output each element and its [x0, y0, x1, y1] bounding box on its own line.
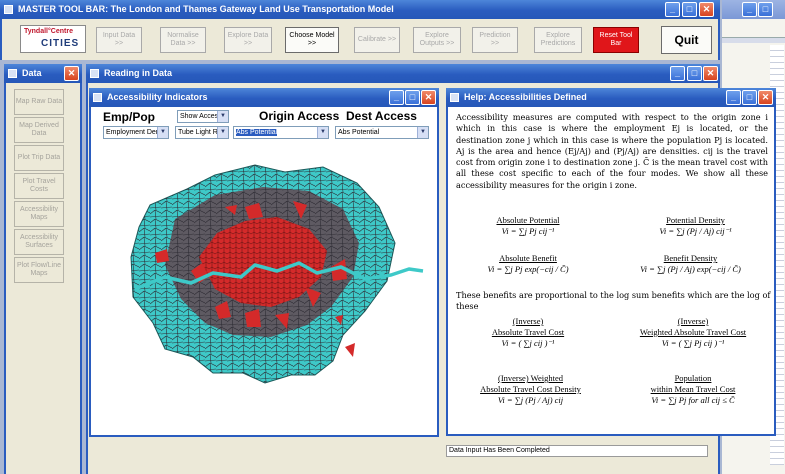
map-raw-data-button[interactable]: Map Raw Data — [14, 89, 64, 115]
maximize-button[interactable]: □ — [405, 90, 420, 105]
prediction-button[interactable]: Prediction >> — [472, 27, 518, 53]
data-panel-close-button[interactable]: ✕ — [64, 66, 79, 81]
reading-window-titlebar: Reading in Data _ □ ✕ — [86, 64, 720, 83]
data-panel-title: Data — [22, 68, 42, 78]
explore-data-button[interactable]: Explore Data >> — [224, 27, 272, 53]
background-window-titlebar: _ □ — [722, 0, 785, 19]
weighted-cost-density-formula: (Inverse) Weighted Absolute Travel Cost D… — [480, 373, 581, 405]
input-data-button[interactable]: Input Data >> — [96, 27, 142, 53]
minimize-button[interactable]: _ — [726, 90, 741, 105]
benefit-density-formula: Benefit Density Vi = ∑j (Pj / Aj) exp(−ci… — [640, 253, 741, 274]
explore-outputs-button[interactable]: Explore Outputs >> — [413, 27, 461, 53]
normalise-data-button[interactable]: Normalise Data >> — [160, 27, 206, 53]
accessibility-title: Accessibility Indicators — [107, 92, 208, 102]
accessibility-titlebar: Accessibility Indicators _ □ ✕ — [89, 88, 439, 107]
background-window-header — [722, 37, 785, 43]
maximize-button[interactable]: □ — [758, 2, 773, 17]
dest-access-label: Dest Access — [346, 109, 417, 123]
window-icon — [93, 93, 102, 102]
maximize-button[interactable]: □ — [682, 2, 697, 17]
show-access-select[interactable]: Show Access ▼ — [177, 110, 229, 123]
help-intro-text: Accessibility measures are computed with… — [456, 112, 768, 190]
dest-access-select[interactable]: Abs Potential ▼ — [335, 126, 429, 139]
tyndall-cities-logo: Tyndall°Centre CITIES — [20, 25, 86, 53]
inverse-travel-cost-formula: (Inverse) Absolute Travel Cost Vi = ( ∑j c… — [491, 316, 565, 348]
population-mean-cost-formula: Population within Mean Travel Cost Vi = ∑j… — [650, 373, 736, 405]
help-window: Accessibility measures are computed with… — [446, 107, 776, 436]
minimize-button[interactable]: _ — [389, 90, 404, 105]
panel-icon — [8, 69, 17, 78]
minimize-button[interactable]: _ — [742, 2, 757, 17]
maximize-button[interactable]: □ — [687, 66, 702, 81]
window-icon — [450, 93, 459, 102]
close-button[interactable]: ✕ — [758, 90, 773, 105]
help-mid-text: These benefits are proportional to the l… — [456, 290, 771, 311]
master-title: MASTER TOOL BAR: The London and Thames G… — [18, 4, 394, 14]
close-button[interactable]: ✕ — [703, 66, 718, 81]
maximize-button[interactable]: □ — [742, 90, 757, 105]
absolute-benefit-formula: Absolute Benefit Vi = ∑j Pj exp(−cij / C̄… — [487, 253, 569, 274]
calibrate-button[interactable]: Calibrate >> — [354, 27, 400, 53]
accessibility-map[interactable] — [95, 147, 435, 432]
accessibility-maps-button[interactable]: Accessibility Maps — [14, 201, 64, 227]
plot-flow-line-maps-button[interactable]: Plot Flow/Line Maps — [14, 257, 64, 283]
data-panel-titlebar: Data ✕ — [4, 64, 82, 83]
minimize-button[interactable]: _ — [670, 66, 685, 81]
employment-density-select[interactable]: Employment Dens ▼ — [103, 126, 169, 139]
choose-model-button[interactable]: Choose Model >> — [285, 27, 339, 53]
minimize-button[interactable]: _ — [665, 2, 680, 17]
explore-predictions-button[interactable]: Explore Predictions — [534, 27, 582, 53]
master-titlebar: MASTER TOOL BAR: The London and Thames G… — [0, 0, 720, 19]
app-icon — [4, 5, 13, 14]
close-button[interactable]: ✕ — [421, 90, 436, 105]
reading-window-title: Reading in Data — [104, 68, 173, 78]
plot-travel-costs-button[interactable]: Plot Travel Costs — [14, 173, 64, 199]
origin-access-select[interactable]: Abs Potential ▼ — [233, 126, 329, 139]
transport-mode-select[interactable]: Tube Light Ra ▼ — [175, 126, 229, 139]
accessibility-window: Emp/Pop Show Access ▼ Origin Access Dest … — [89, 107, 439, 437]
reset-toolbar-button[interactable]: Reset Tool Bar — [593, 27, 639, 53]
close-button[interactable]: ✕ — [699, 2, 714, 17]
origin-access-label: Origin Access — [259, 109, 340, 123]
data-panel: Map Raw Data Map Derived Data Plot Trip … — [4, 83, 82, 474]
help-titlebar: Help: Accessibilities Defined _ □ ✕ — [446, 88, 776, 107]
emp-pop-label: Emp/Pop — [103, 110, 156, 124]
accessibility-surfaces-button[interactable]: Accessibility Surfaces — [14, 229, 64, 255]
quit-button[interactable]: Quit — [661, 26, 712, 54]
logo-text-top: Tyndall°Centre — [24, 28, 73, 35]
master-toolbar: Tyndall°Centre CITIES Input Data >> Norm… — [0, 19, 720, 60]
potential-density-formula: Potential Density Vi = ∑j (Pj / Aj) cij⁻¹ — [659, 215, 732, 236]
absolute-potential-formula: Absolute Potential Vi = ∑j Pj cij⁻¹ — [496, 215, 560, 236]
status-text: Data Input Has Been Completed — [446, 445, 708, 457]
help-title: Help: Accessibilities Defined — [464, 92, 587, 102]
plot-trip-data-button[interactable]: Plot Trip Data — [14, 145, 64, 171]
map-derived-data-button[interactable]: Map Derived Data — [14, 117, 64, 143]
logo-text-bottom: CITIES — [41, 38, 80, 49]
window-icon — [90, 69, 99, 78]
weighted-travel-cost-formula: (Inverse) Weighted Absolute Travel Cost Vi… — [639, 316, 747, 348]
